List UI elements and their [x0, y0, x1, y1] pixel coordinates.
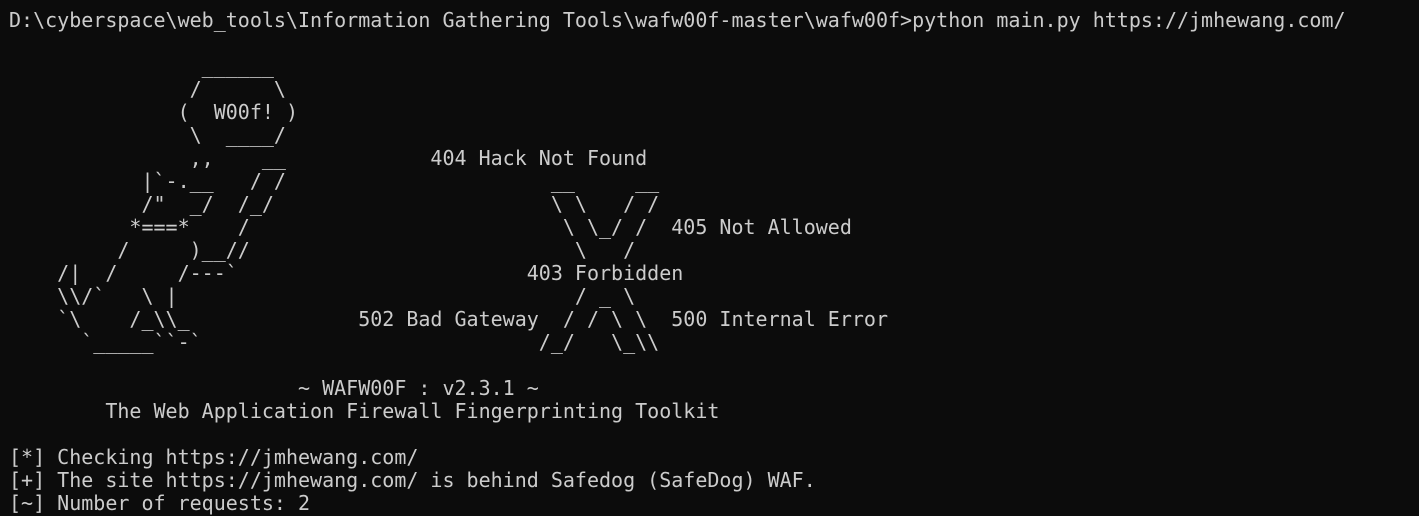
command-line: D:\cyberspace\web_tools\Information Gath… — [9, 8, 1346, 32]
ascii-art-line: \ ____/ — [9, 123, 286, 147]
ascii-art-line: \\/` \ | / _ \ — [9, 284, 636, 308]
ascii-art-line: `\ /_\\_ 502 Bad Gateway / / \ \ 500 Int… — [9, 307, 888, 331]
version-banner: ~ WAFW00F : v2.3.1 ~ — [9, 376, 539, 400]
ascii-art-line: /| / /---` 403 Forbidden — [9, 261, 684, 285]
ascii-art-line: /" _/ /_/ \ \ / / — [9, 192, 660, 216]
terminal-window[interactable]: D:\cyberspace\web_tools\Information Gath… — [0, 0, 1419, 516]
ascii-art-line: ( W00f! ) — [9, 100, 298, 124]
output-checking-line: [*] Checking https://jmhewang.com/ — [9, 445, 419, 469]
ascii-art-line: *===* / \ \_/ / 405 Not Allowed — [9, 215, 852, 239]
ascii-art-line: ,, __ 404 Hack Not Found — [9, 146, 648, 170]
ascii-art-line: |`-.__ / / __ __ — [9, 169, 660, 193]
ascii-art-line: / \ — [9, 77, 286, 101]
ascii-art-line: `_____``-` /_/ \_\\ — [9, 330, 660, 354]
tool-tagline: The Web Application Firewall Fingerprint… — [9, 399, 720, 423]
ascii-art-line: / )__// \ / — [9, 238, 636, 262]
output-requests-line: [~] Number of requests: 2 — [9, 491, 311, 515]
ascii-art-line: ______ — [9, 54, 274, 78]
output-result-line: [+] The site https://jmhewang.com/ is be… — [9, 468, 816, 492]
